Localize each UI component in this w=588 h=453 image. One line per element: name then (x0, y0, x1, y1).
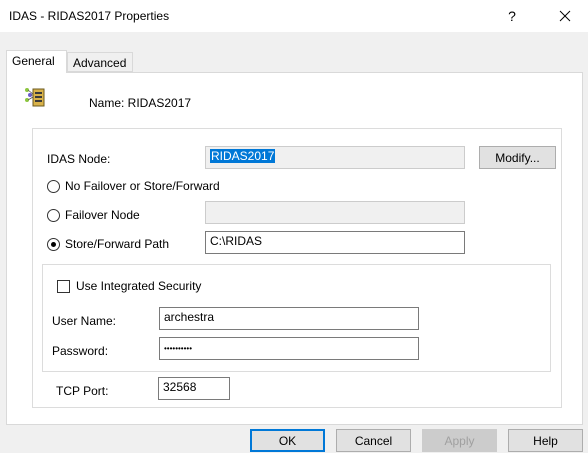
integrated-security-label[interactable]: Use Integrated Security (76, 279, 201, 293)
integrated-security-checkbox[interactable] (57, 280, 70, 293)
store-forward-radio[interactable] (47, 238, 60, 251)
password-value: •••••••••• (164, 344, 193, 353)
tcp-port-value: 32568 (163, 380, 197, 394)
no-failover-radio[interactable] (47, 180, 60, 193)
security-group: Use Integrated Security User Name: arche… (42, 264, 551, 372)
store-forward-path-value: C:\RIDAS (210, 234, 263, 248)
help-button[interactable]: Help (508, 429, 583, 452)
tcp-port-label: TCP Port: (56, 384, 109, 398)
user-name-field[interactable]: archestra (159, 307, 419, 330)
tab-general-label: General (12, 54, 55, 68)
idas-node-label: IDAS Node: (47, 152, 111, 166)
apply-button-label: Apply (444, 433, 475, 448)
modify-button-label: Modify... (495, 150, 540, 165)
window-title: IDAS - RIDAS2017 Properties (9, 9, 170, 23)
failover-node-radio[interactable] (47, 209, 60, 222)
idas-node-field[interactable]: RIDAS2017 (205, 146, 465, 169)
properties-dialog: IDAS - RIDAS2017 Properties ? General Ad… (0, 0, 588, 453)
user-name-value: archestra (164, 310, 215, 324)
password-label: Password: (52, 344, 109, 358)
no-failover-label[interactable]: No Failover or Store/Forward (65, 179, 220, 193)
question-mark-icon: ? (508, 8, 516, 24)
cancel-button-label: Cancel (354, 433, 393, 448)
help-button-label: Help (533, 433, 558, 448)
apply-button[interactable]: Apply (422, 429, 497, 452)
name-label: Name: RIDAS2017 (89, 96, 192, 110)
tab-general[interactable]: General (6, 50, 67, 73)
modify-button[interactable]: Modify... (479, 146, 556, 169)
ok-button[interactable]: OK (250, 429, 325, 452)
password-field[interactable]: •••••••••• (159, 337, 419, 360)
server-icon (25, 88, 45, 107)
tab-advanced-label: Advanced (73, 56, 127, 70)
ok-button-label: OK (278, 433, 297, 448)
tab-advanced[interactable]: Advanced (67, 52, 133, 72)
connection-group: IDAS Node: RIDAS2017 Modify... No Failov… (32, 128, 562, 408)
store-forward-path-field[interactable]: C:\RIDAS (205, 231, 465, 254)
failover-node-label[interactable]: Failover Node (65, 208, 140, 222)
store-forward-label[interactable]: Store/Forward Path (65, 237, 169, 251)
failover-node-field[interactable] (205, 201, 465, 224)
close-button[interactable] (542, 0, 588, 32)
title-bar: IDAS - RIDAS2017 Properties ? (0, 0, 588, 32)
tcp-port-field[interactable]: 32568 (158, 377, 230, 400)
close-icon (559, 10, 571, 22)
general-tab-panel: Name: RIDAS2017 IDAS Node: RIDAS2017 Mod… (6, 72, 583, 425)
idas-node-value: RIDAS2017 (210, 149, 276, 163)
cancel-button[interactable]: Cancel (336, 429, 411, 452)
user-name-label: User Name: (52, 314, 117, 328)
title-help-button[interactable]: ? (489, 0, 535, 32)
